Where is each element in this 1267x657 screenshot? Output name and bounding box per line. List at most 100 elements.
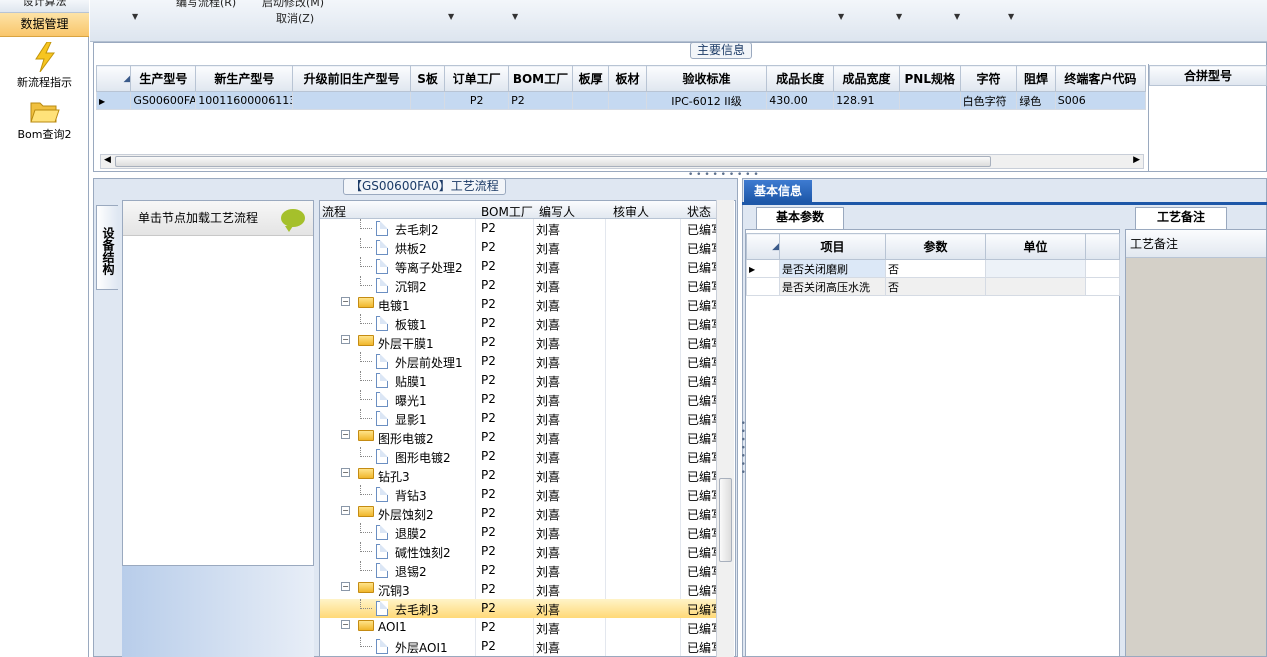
dropdown-arrow-icon[interactable]: ▼ [1008, 12, 1014, 21]
table-row[interactable]: ▶ GS00600FA0 10011600006113 P2 P2 IPC-60… [95, 91, 1147, 110]
cancel-menu[interactable]: 取消(Z) [276, 10, 314, 26]
row-indicator[interactable]: ▶ [746, 259, 780, 278]
column-header[interactable]: 状态 [687, 203, 711, 220]
nav-item-design-algorithm[interactable]: 设计算法 [0, 0, 89, 13]
column-header[interactable]: 编写人 [539, 203, 575, 220]
column-header[interactable]: BOM工厂 [508, 65, 573, 92]
tree-item-row[interactable]: 碱性蚀刻2 P2 刘喜 已编写 [320, 542, 720, 561]
collapse-icon[interactable]: − [341, 468, 350, 477]
equipment-structure-tab[interactable]: 设备结构 [96, 205, 118, 290]
tree-group-row[interactable]: − 外层蚀刻2 P2 刘喜 已编写 [320, 504, 720, 523]
tree-group-row[interactable]: − 钻孔3 P2 刘喜 已编写 [320, 466, 720, 485]
collapse-icon[interactable]: − [341, 506, 350, 515]
tree-item-row[interactable]: 退锡2 P2 刘喜 已编写 [320, 561, 720, 580]
tree-item-row[interactable]: 板镀1 P2 刘喜 已编写 [320, 314, 720, 333]
table-cell[interactable]: 是否关闭高压水洗 [779, 277, 886, 296]
table-cell[interactable] [571, 91, 610, 110]
write-process-menu[interactable]: 编写流程(R) [176, 0, 236, 10]
tab-basic-params[interactable]: 基本参数 [756, 207, 844, 229]
table-cell[interactable] [608, 91, 647, 110]
table-cell[interactable]: 白色字符 [959, 91, 1018, 110]
table-cell[interactable] [292, 91, 411, 110]
table-cell[interactable]: GS00600FA0 [130, 91, 197, 110]
hint-header[interactable]: 单击节点加载工艺流程 [123, 201, 313, 236]
horizontal-scrollbar[interactable]: ◀ ▶ [100, 154, 1144, 169]
tree-item-row[interactable]: 沉铜2 P2 刘喜 已编写 [320, 276, 720, 295]
column-header[interactable]: 终端客户代码 [1054, 65, 1147, 92]
column-header[interactable]: 单位 [985, 233, 1086, 260]
scrollbar-thumb[interactable] [115, 156, 991, 167]
collapse-icon[interactable]: − [341, 620, 350, 629]
table-row[interactable]: ▶ 是否关闭磨刷 否 [746, 259, 1120, 278]
corner-cell[interactable]: ◢ [746, 233, 780, 260]
nav-item-new-process[interactable]: 新流程指示 [0, 42, 89, 90]
tree-group-row[interactable]: − 沉铜3 P2 刘喜 已编写 [320, 580, 720, 599]
column-header[interactable]: 流程 [322, 203, 346, 220]
tree-item-row[interactable]: 退膜2 P2 刘喜 已编写 [320, 523, 720, 542]
dropdown-arrow-icon[interactable]: ▼ [838, 12, 844, 21]
table-row[interactable]: 是否关闭高压水洗 否 [746, 277, 1120, 296]
tree-item-row[interactable]: 去毛刺3 P2 刘喜 已编写 [320, 599, 720, 618]
column-header[interactable]: 验收标准 [645, 65, 768, 92]
nav-item-bom-query[interactable]: Bom查询2 [0, 98, 89, 142]
table-cell[interactable]: 否 [885, 277, 986, 296]
column-header[interactable]: 订单工厂 [444, 65, 510, 92]
column-header[interactable]: 字符 [959, 65, 1018, 92]
table-cell[interactable] [898, 91, 961, 110]
dropdown-arrow-icon[interactable]: ▼ [448, 12, 454, 21]
column-header[interactable]: 新生产型号 [195, 65, 294, 92]
tree-item-row[interactable]: 烘板2 P2 刘喜 已编写 [320, 238, 720, 257]
remark-header[interactable]: 工艺备注 [1126, 230, 1266, 258]
collapse-icon[interactable]: − [341, 582, 350, 591]
column-header[interactable]: BOM工厂 [481, 203, 533, 220]
collapse-icon[interactable]: − [341, 335, 350, 344]
collapse-icon[interactable]: − [341, 297, 350, 306]
column-header[interactable]: 阻焊 [1016, 65, 1056, 92]
tree-item-row[interactable]: 显影1 P2 刘喜 已编写 [320, 409, 720, 428]
tree-group-row[interactable]: − AOI1 P2 刘喜 已编写 [320, 618, 720, 637]
tree-group-row[interactable]: − 外层干膜1 P2 刘喜 已编写 [320, 333, 720, 352]
start-modify-menu[interactable]: 启动修改(M) [262, 0, 324, 10]
dropdown-arrow-icon[interactable]: ▼ [132, 12, 138, 21]
table-cell[interactable]: 10011600006113 [195, 91, 294, 110]
table-cell[interactable] [985, 259, 1086, 278]
tree-group-row[interactable]: − 电镀1 P2 刘喜 已编写 [320, 295, 720, 314]
table-cell[interactable]: IPC-6012 II级 [645, 91, 768, 110]
column-header[interactable]: 生产型号 [130, 65, 197, 92]
tree-item-row[interactable]: 背钻3 P2 刘喜 已编写 [320, 485, 720, 504]
tree-group-row[interactable]: − 图形电镀2 P2 刘喜 已编写 [320, 428, 720, 447]
row-indicator[interactable] [746, 277, 780, 296]
column-header[interactable]: PNL规格 [898, 65, 961, 92]
tree-item-row[interactable]: 外层前处理1 P2 刘喜 已编写 [320, 352, 720, 371]
tree-item-row[interactable]: 贴膜1 P2 刘喜 已编写 [320, 371, 720, 390]
tree-item-row[interactable]: 图形电镀2 P2 刘喜 已编写 [320, 447, 720, 466]
scrollbar-thumb[interactable] [719, 478, 732, 562]
column-header[interactable]: 项目 [779, 233, 886, 260]
column-header[interactable]: 合拼型号 [1149, 65, 1267, 86]
table-cell[interactable]: 128.91 [833, 91, 900, 110]
dropdown-arrow-icon[interactable]: ▼ [512, 12, 518, 21]
scroll-right-icon[interactable]: ▶ [1133, 155, 1140, 165]
table-cell[interactable]: P2 [444, 91, 510, 110]
tree-item-row[interactable]: 外层AOI1 P2 刘喜 已编写 [320, 637, 720, 656]
row-indicator[interactable]: ▶ [95, 91, 132, 110]
column-header[interactable]: 参数 [885, 233, 986, 260]
column-header[interactable]: S板 [409, 65, 446, 92]
tree-item-row[interactable]: 曝光1 P2 刘喜 已编写 [320, 390, 720, 409]
scroll-left-icon[interactable]: ◀ [104, 155, 111, 165]
dropdown-arrow-icon[interactable]: ▼ [954, 12, 960, 21]
table-cell[interactable] [409, 91, 446, 110]
tab-process-remark[interactable]: 工艺备注 [1135, 207, 1227, 229]
vertical-scrollbar[interactable] [716, 200, 734, 657]
tab-basic-info[interactable]: 基本信息 [744, 180, 812, 202]
column-header[interactable]: 板厚 [571, 65, 610, 92]
column-header[interactable]: 成品宽度 [833, 65, 900, 92]
column-header[interactable]: 升级前旧生产型号 [292, 65, 411, 92]
nav-item-data-management[interactable]: 数据管理 [0, 13, 89, 37]
collapse-icon[interactable]: − [341, 430, 350, 439]
table-cell[interactable]: 430.00 [766, 91, 835, 110]
table-cell[interactable]: S006 [1054, 91, 1147, 110]
column-header[interactable]: 成品长度 [766, 65, 835, 92]
column-header[interactable]: 板材 [608, 65, 647, 92]
column-header[interactable]: 核审人 [613, 203, 649, 220]
